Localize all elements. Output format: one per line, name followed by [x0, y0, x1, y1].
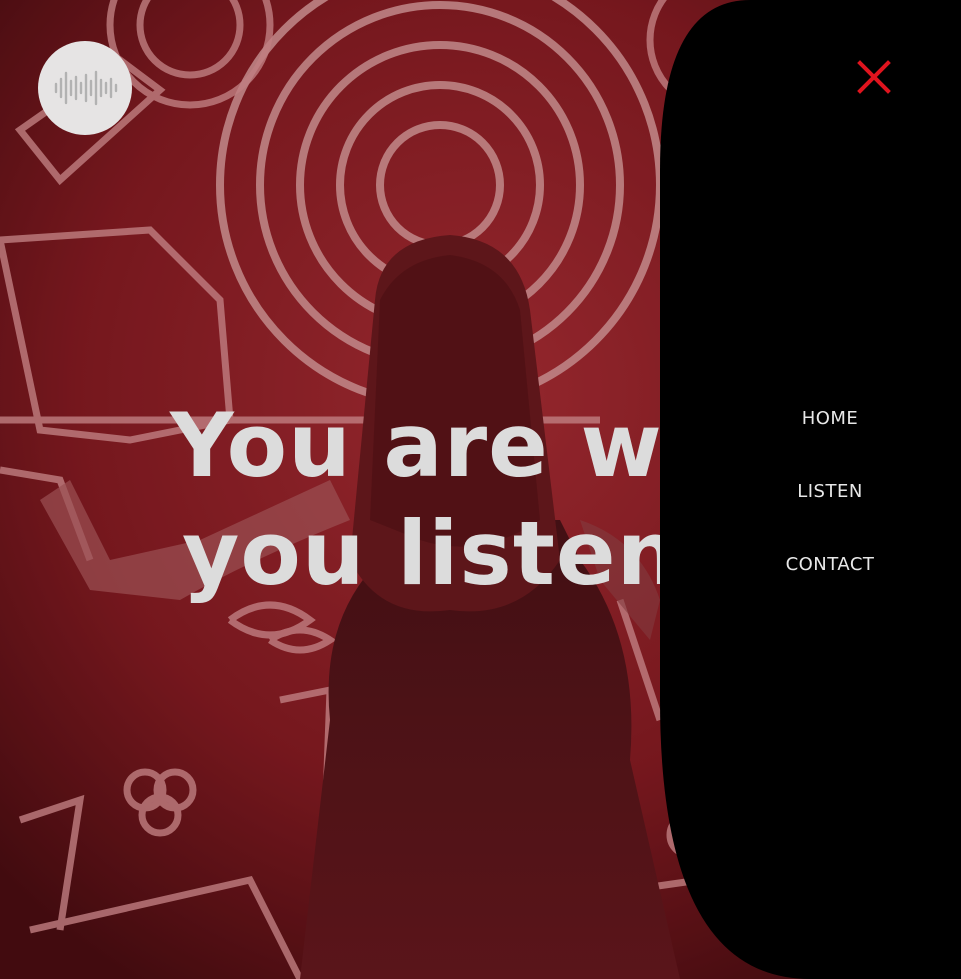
close-menu-button[interactable] [854, 57, 894, 97]
nav-link-listen[interactable]: LISTEN [797, 473, 863, 511]
main-navigation: HOME LISTEN CONTACT [760, 400, 900, 619]
close-icon [857, 60, 891, 94]
sound-wave-icon [54, 70, 118, 106]
page: You are wh you listen HOME LISTEN CONTAC… [0, 0, 961, 979]
nav-link-home[interactable]: HOME [802, 400, 859, 438]
nav-link-contact[interactable]: CONTACT [786, 546, 875, 584]
nav-item-listen: LISTEN [760, 473, 900, 546]
nav-item-contact: CONTACT [760, 546, 900, 619]
logo[interactable] [38, 41, 132, 135]
nav-item-home: HOME [760, 400, 900, 473]
